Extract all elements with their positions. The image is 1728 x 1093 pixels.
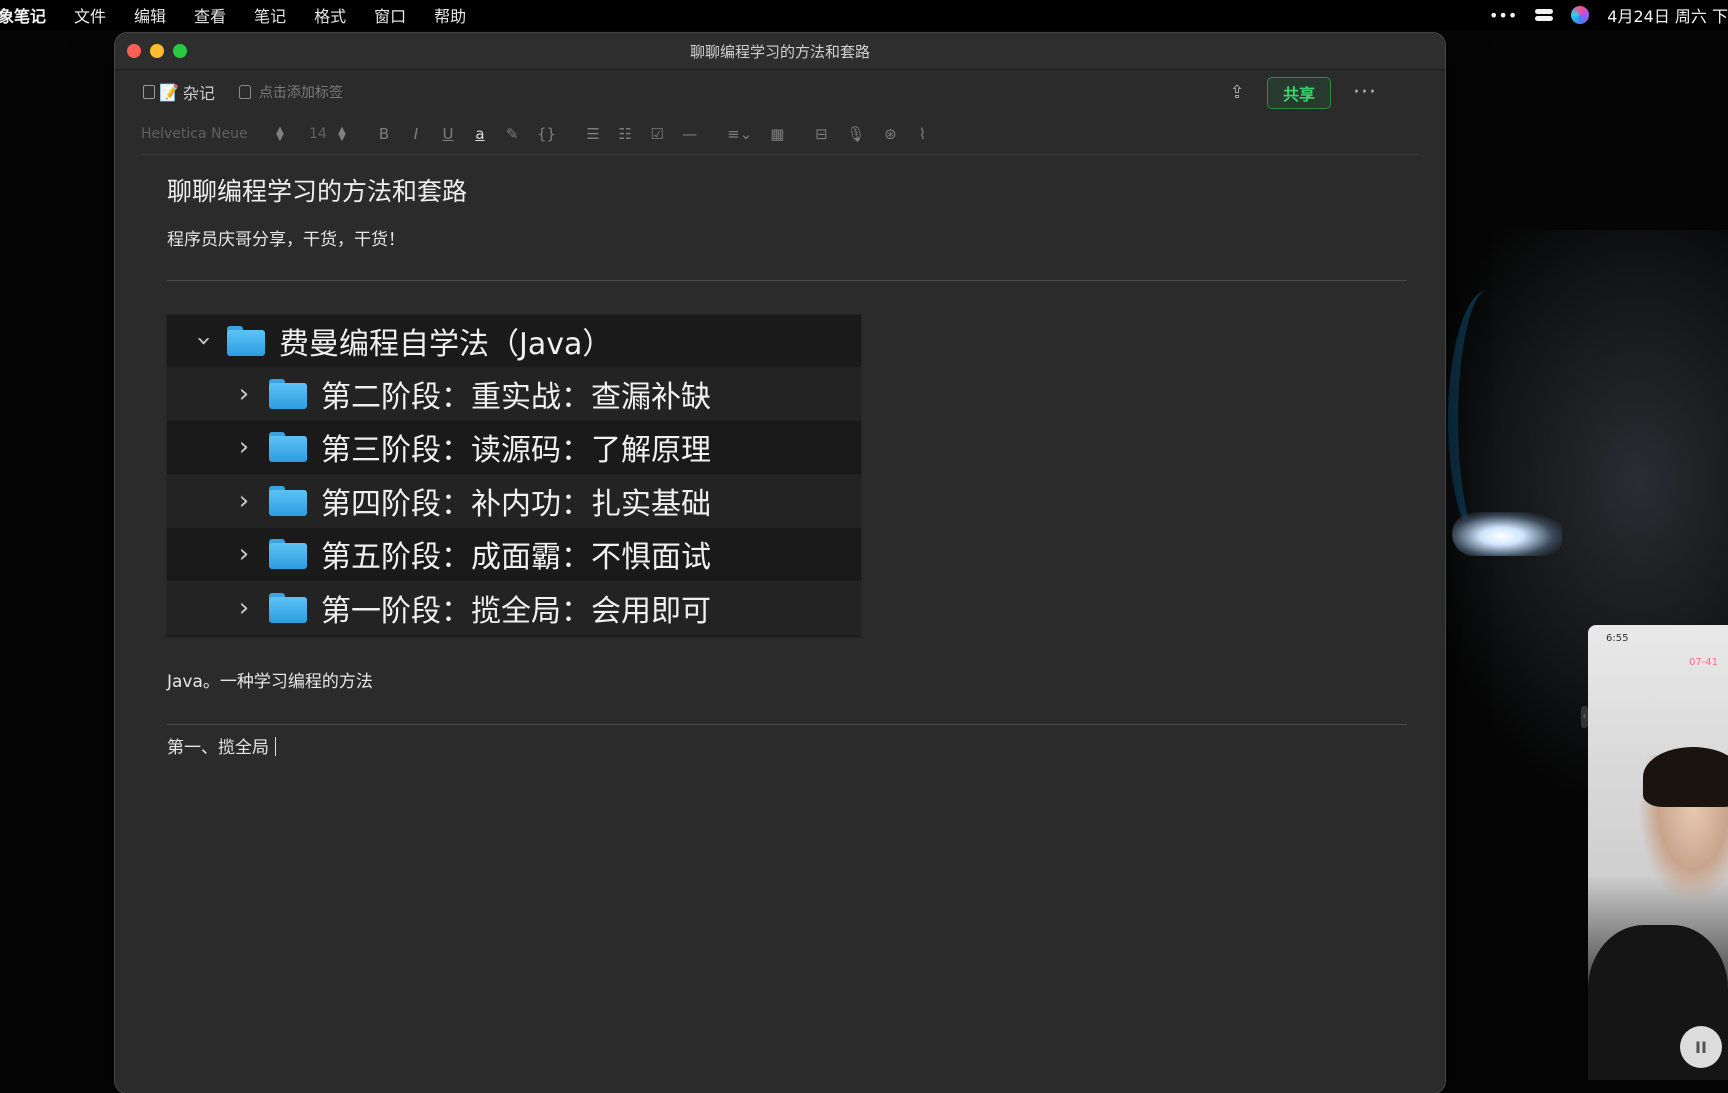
tag-icon xyxy=(238,85,251,99)
folder-icon xyxy=(269,592,307,623)
code-block-button[interactable]: {} xyxy=(537,125,556,143)
folder-row: › 第二阶段：重实战：查漏补缺 xyxy=(167,367,861,421)
insert-block-button[interactable]: ⊟ xyxy=(814,125,828,143)
font-size-select[interactable]: 14 xyxy=(309,126,333,142)
folder-row: › 第三阶段：读源码：了解原理 xyxy=(167,420,861,474)
folder-label: 第一阶段：揽全局：会用即可 xyxy=(321,593,711,629)
menu-file[interactable]: 文件 xyxy=(74,3,106,27)
folder-row: › 第一阶段：揽全局：会用即可 xyxy=(167,581,861,635)
tag-area[interactable]: 点击添加标签 xyxy=(238,82,343,102)
folder-icon xyxy=(269,539,307,570)
tag-placeholder: 点击添加标签 xyxy=(258,85,343,101)
font-family-stepper-icon[interactable]: ▲ ▼ xyxy=(271,126,289,143)
zoom-button[interactable] xyxy=(173,44,187,58)
menu-app-name[interactable]: 象笔记 xyxy=(0,3,46,27)
table-button[interactable]: ▦ xyxy=(770,125,784,143)
siri-icon[interactable] xyxy=(1571,6,1590,24)
folder-icon xyxy=(269,378,307,409)
menu-note[interactable]: 笔记 xyxy=(254,3,286,27)
menu-edit[interactable]: 编辑 xyxy=(134,3,166,27)
folder-label: 第四阶段：补内功：扎实基础 xyxy=(321,486,711,522)
chevron-down-icon: › xyxy=(189,335,219,347)
align-button[interactable]: ≡⌄ xyxy=(727,125,752,143)
folder-row: › 第五阶段：成面霸：不惧面试 xyxy=(167,527,861,581)
menu-view[interactable]: 查看 xyxy=(194,3,226,27)
folder-icon xyxy=(269,432,307,463)
embedded-folder-image[interactable]: › 费曼编程自学法（Java） › 第二阶段：重实战：查漏补缺 › 第三阶段：读… xyxy=(167,315,861,637)
folder-label: 第二阶段：重实战：查漏补缺 xyxy=(321,379,711,415)
menu-clock[interactable]: 4月24日 周六 下 xyxy=(1607,3,1728,27)
notebook-name: 杂记 xyxy=(182,84,215,103)
close-button[interactable] xyxy=(127,44,141,58)
menu-extras-icon[interactable]: ••• xyxy=(1489,6,1517,25)
italic-button[interactable]: I xyxy=(409,125,423,143)
memo-icon: 📝 xyxy=(159,82,179,102)
text-cursor xyxy=(275,737,276,756)
menu-bar: 象笔记 文件 编辑 查看 笔记 格式 窗口 帮助 ••• 4月24日 周六 下 xyxy=(0,0,1728,30)
chevron-right-icon: › xyxy=(238,378,250,409)
font-size-stepper-icon[interactable]: ▲ ▼ xyxy=(333,126,351,143)
text-color-button[interactable]: a xyxy=(473,125,487,143)
note-title[interactable]: 聊聊编程学习的方法和套路 xyxy=(167,172,1397,208)
share-button[interactable]: 共享 xyxy=(1267,77,1332,109)
overlay-collapse-handle[interactable]: ‹ xyxy=(1581,706,1588,728)
pause-icon[interactable]: II xyxy=(1680,1026,1722,1068)
menu-window[interactable]: 窗口 xyxy=(374,3,406,27)
divider-2 xyxy=(167,724,1407,725)
folder-label: 第三阶段：读源码：了解原理 xyxy=(321,433,711,469)
attachment-button[interactable]: ⌇ xyxy=(915,125,929,143)
notebook-icon xyxy=(143,85,155,99)
note-paragraph[interactable]: Java。一种学习编程的方法 xyxy=(167,667,1397,692)
font-family-select[interactable]: Helvetica Neue xyxy=(141,126,271,142)
window-controls xyxy=(127,44,187,58)
note-editor[interactable]: 聊聊编程学习的方法和套路 程序员庆哥分享，干货，干货！ › 费曼编程自学法（Ja… xyxy=(115,172,1445,758)
menu-help[interactable]: 帮助 xyxy=(434,3,466,27)
audio-record-button[interactable]: 🎙 xyxy=(846,125,865,143)
folder-label: 第五阶段：成面霸：不惧面试 xyxy=(321,540,711,576)
menu-bar-status-area: ••• 4月24日 周六 下 xyxy=(1489,0,1728,30)
sketch-button[interactable]: ⊛ xyxy=(883,125,897,143)
folder-root-label: 费曼编程自学法（Java） xyxy=(279,327,613,362)
note-header-bar: 📝 杂记 点击添加标签 ⇪ 共享 ··· xyxy=(115,70,1445,114)
overlay-timestamp: 07-41 xyxy=(1688,657,1718,668)
minimize-button[interactable] xyxy=(150,44,164,58)
note-actions: ⇪ 共享 ··· xyxy=(1229,77,1377,109)
overlay-time: 6:55 xyxy=(1606,633,1629,644)
section-text: 第一、揽全局 xyxy=(167,738,269,758)
camera-video-overlay[interactable]: 6:55 07-41 II xyxy=(1588,625,1728,1080)
folder-row: › 第四阶段：补内功：扎实基础 xyxy=(167,474,861,528)
note-section-heading[interactable]: 第一、揽全局 xyxy=(167,733,1397,758)
note-subtitle[interactable]: 程序员庆哥分享，干货，干货！ xyxy=(167,225,1397,250)
window-title: 聊聊编程学习的方法和套路 xyxy=(689,42,870,61)
menu-format[interactable]: 格式 xyxy=(314,3,346,27)
bullet-list-button[interactable]: ☰ xyxy=(586,125,600,143)
folder-icon xyxy=(269,485,307,516)
notebook-selector[interactable]: 📝 杂记 xyxy=(143,80,215,104)
more-options-icon[interactable]: ··· xyxy=(1353,82,1377,104)
highlight-button[interactable]: ✎ xyxy=(505,125,519,143)
divider-1 xyxy=(167,280,1407,281)
folder-icon xyxy=(227,326,265,356)
chevron-right-icon: › xyxy=(238,592,250,623)
numbered-list-button[interactable]: ☷ xyxy=(618,125,632,143)
folder-root-row: › 费曼编程自学法（Java） xyxy=(167,315,861,367)
export-icon[interactable]: ⇪ xyxy=(1229,84,1245,102)
wallpaper-car-headlight xyxy=(1452,512,1562,556)
control-center-icon[interactable] xyxy=(1535,8,1554,22)
bold-button[interactable]: B xyxy=(377,125,391,143)
chevron-right-icon: › xyxy=(238,432,250,463)
presenter-hair xyxy=(1643,747,1728,807)
wallpaper-car-stripe xyxy=(1448,290,1528,550)
chevron-right-icon: › xyxy=(238,539,250,570)
note-window: 聊聊编程学习的方法和套路 📝 杂记 点击添加标签 ⇪ 共享 ··· Helvet… xyxy=(115,33,1445,1093)
format-toolbar: Helvetica Neue ▲ ▼ 14 ▲ ▼ B I U a ✎ {} ☰ ☷… xyxy=(141,114,1419,155)
underline-button[interactable]: U xyxy=(441,125,455,143)
divider-button[interactable]: — xyxy=(682,125,697,143)
chevron-right-icon: › xyxy=(238,485,250,516)
window-titlebar: 聊聊编程学习的方法和套路 xyxy=(115,33,1445,70)
checklist-button[interactable]: ☑ xyxy=(650,125,664,143)
